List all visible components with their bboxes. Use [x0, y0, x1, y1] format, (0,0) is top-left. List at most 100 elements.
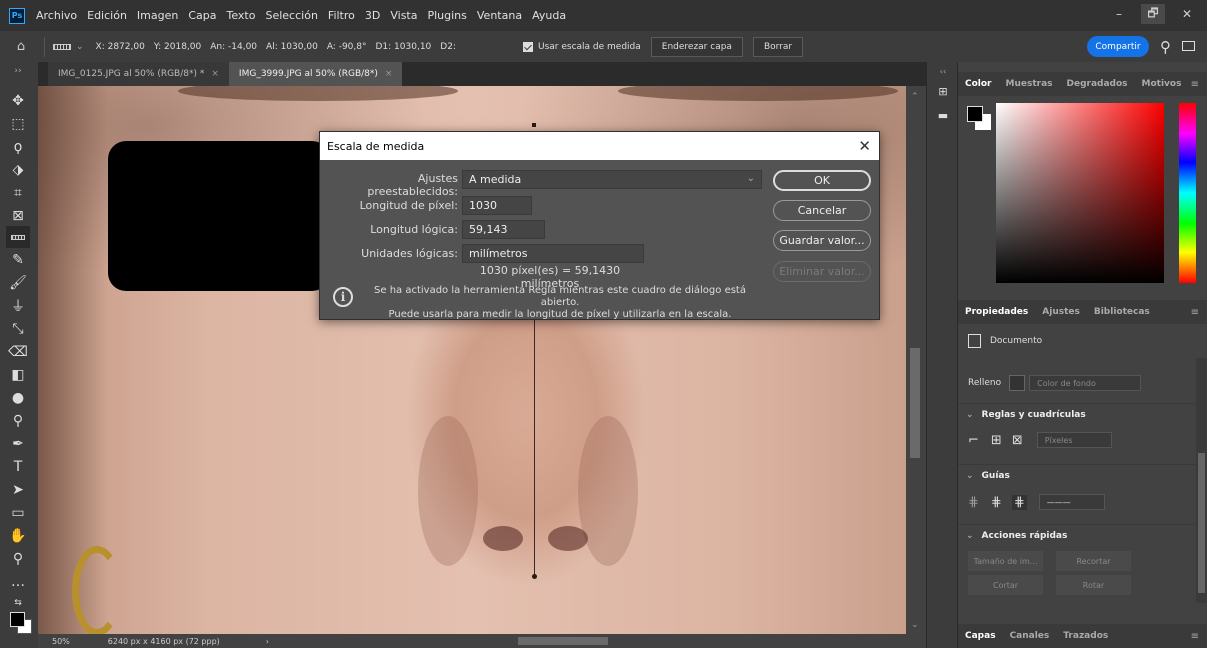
type-tool-icon[interactable]: T: [6, 456, 30, 478]
tab-swatches[interactable]: Muestras: [999, 79, 1060, 89]
ruler-measure-line[interactable]: [534, 311, 535, 576]
healing-brush-tool-icon[interactable]: ✎: [6, 249, 30, 271]
color-picker-field[interactable]: [996, 103, 1164, 283]
ruler-end-point[interactable]: [532, 574, 537, 579]
tab-libraries[interactable]: Bibliotecas: [1087, 307, 1157, 317]
checkbox-checked-icon[interactable]: [522, 41, 533, 52]
guide-color-select[interactable]: ———: [1038, 494, 1105, 510]
tab-color[interactable]: Color: [958, 79, 999, 89]
straighten-layer-button[interactable]: Enderezar capa: [650, 36, 743, 57]
menu-capa[interactable]: Capa: [183, 0, 221, 31]
gradient-tool-icon[interactable]: ◧: [6, 364, 30, 386]
restore-button[interactable]: 🗗: [1141, 4, 1165, 24]
guides-icon[interactable]: ⋕: [968, 495, 979, 510]
cut-button[interactable]: Cortar: [968, 575, 1043, 595]
chevron-down-icon[interactable]: ⌄: [966, 471, 974, 481]
ruler-start-point[interactable]: [532, 123, 536, 127]
frame-tool-icon[interactable]: ⊠: [6, 205, 30, 227]
vertical-scrollbar[interactable]: ⌃ ⌄: [906, 86, 926, 634]
tab-layers[interactable]: Capas: [958, 631, 1003, 641]
horizontal-scrollbar-thumb[interactable]: [518, 637, 608, 645]
menu-texto[interactable]: Texto: [222, 0, 261, 31]
menu-ventana[interactable]: Ventana: [472, 0, 527, 31]
marquee-tool-icon[interactable]: ⬚: [6, 113, 30, 135]
close-window-button[interactable]: ✕: [1175, 4, 1199, 24]
rulers-grids-section[interactable]: ⌄ Reglas y cuadrículas: [958, 403, 1207, 425]
quick-select-tool-icon[interactable]: ⬗: [6, 159, 30, 181]
swap-colors-icon[interactable]: ⇆: [6, 592, 30, 614]
menu-imagen[interactable]: Imagen: [132, 0, 183, 31]
save-value-button[interactable]: Guardar valor...: [773, 230, 871, 251]
ok-button[interactable]: OK: [773, 170, 871, 191]
tab-patterns[interactable]: Motivos: [1135, 79, 1189, 89]
tab-channels[interactable]: Canales: [1003, 631, 1057, 641]
menu-ayuda[interactable]: Ayuda: [527, 0, 571, 31]
tab-paths[interactable]: Trazados: [1056, 631, 1115, 641]
menu-plugins[interactable]: Plugins: [422, 0, 471, 31]
tab-gradients[interactable]: Degradados: [1060, 79, 1135, 89]
foreground-color-swatch[interactable]: [967, 106, 983, 122]
chevron-down-icon[interactable]: ⌄: [966, 531, 974, 541]
blur-tool-icon[interactable]: ●: [6, 387, 30, 409]
logical-length-input[interactable]: 59,143: [462, 220, 545, 239]
units-select[interactable]: Píxeles: [1036, 432, 1112, 448]
tab-img-0125[interactable]: IMG_0125.JPG al 50% (RGB/8*) * ×: [48, 62, 229, 86]
close-icon[interactable]: ×: [211, 69, 219, 79]
scrollbar-thumb[interactable]: [910, 348, 920, 458]
quick-actions-section[interactable]: ⌄ Acciones rápidas: [958, 524, 1207, 546]
tab-adjustments[interactable]: Ajustes: [1035, 307, 1087, 317]
logical-units-input[interactable]: milímetros: [462, 244, 644, 263]
zoom-level[interactable]: 50%: [52, 637, 70, 646]
move-tool-icon[interactable]: ✥: [6, 90, 30, 112]
cancel-button[interactable]: Cancelar: [773, 200, 871, 221]
panel-menu-icon[interactable]: ≡: [1191, 79, 1199, 90]
rectangle-tool-icon[interactable]: ▭: [6, 502, 30, 524]
fill-select[interactable]: Color de fondo: [1029, 375, 1142, 391]
dialog-titlebar[interactable]: Escala de medida ✕: [320, 132, 879, 160]
zoom-tool-icon[interactable]: ⚲: [6, 548, 30, 570]
scrollbar-thumb[interactable]: [1198, 453, 1205, 593]
delete-value-button[interactable]: Eliminar valor...: [773, 261, 871, 282]
history-brush-tool-icon[interactable]: ⤡: [6, 318, 30, 340]
panel-menu-icon[interactable]: ≡: [1191, 631, 1199, 642]
close-icon[interactable]: ✕: [858, 137, 871, 155]
menu-seleccion[interactable]: Selección: [260, 0, 322, 31]
document-info[interactable]: 6240 px x 4160 px (72 ppp): [108, 637, 220, 646]
pen-tool-icon[interactable]: ✒: [6, 433, 30, 455]
eraser-tool-icon[interactable]: ⌫: [6, 341, 30, 363]
fill-swatch[interactable]: [1009, 375, 1026, 391]
foreground-color-swatch[interactable]: [10, 612, 25, 627]
grid-icon[interactable]: ⊞: [991, 433, 1002, 448]
ruler-icon[interactable]: ⌐: [968, 433, 979, 448]
comments-panel-icon[interactable]: ▬: [935, 108, 951, 122]
rotate-button[interactable]: Rotar: [1056, 575, 1131, 595]
expand-panels-icon[interactable]: ‹‹: [935, 64, 951, 78]
close-icon[interactable]: ×: [385, 69, 393, 79]
menu-3d[interactable]: 3D: [360, 0, 385, 31]
lasso-tool-icon[interactable]: ϙ: [6, 136, 30, 158]
crop-tool-icon[interactable]: ⌗: [6, 182, 30, 204]
chevron-down-icon[interactable]: ⌄: [76, 42, 84, 52]
pixel-grid-icon[interactable]: ⊠: [1012, 433, 1023, 448]
panel-scrollbar[interactable]: [1196, 358, 1207, 603]
tab-img-3999[interactable]: IMG_3999.JPG al 50% (RGB/8*) ×: [228, 62, 403, 86]
crop-button[interactable]: Recortar: [1056, 551, 1131, 571]
history-panel-icon[interactable]: ⊞: [935, 84, 951, 98]
ruler-tool-icon[interactable]: [53, 43, 71, 50]
brush-tool-icon[interactable]: 🖌: [6, 272, 30, 294]
workspace-layout-icon[interactable]: [1182, 41, 1195, 51]
search-icon[interactable]: ⚲: [1160, 38, 1171, 56]
chevron-down-icon[interactable]: ⌄: [966, 410, 974, 420]
use-scale-checkbox[interactable]: Usar escala de medida: [522, 41, 641, 52]
minimize-button[interactable]: –: [1107, 4, 1131, 24]
hue-slider[interactable]: [1179, 103, 1196, 283]
preset-select[interactable]: A medida ⌄: [462, 170, 762, 189]
hand-tool-icon[interactable]: ✋: [6, 525, 30, 547]
panel-menu-icon[interactable]: ≡: [1191, 307, 1199, 318]
ruler-tool-icon[interactable]: [6, 226, 30, 248]
stamp-tool-icon[interactable]: ⏚: [6, 295, 30, 317]
scroll-up-icon[interactable]: ⌃: [911, 92, 919, 102]
tab-properties[interactable]: Propiedades: [958, 307, 1035, 317]
menu-edicion[interactable]: Edición: [82, 0, 132, 31]
menu-filtro[interactable]: Filtro: [323, 0, 360, 31]
